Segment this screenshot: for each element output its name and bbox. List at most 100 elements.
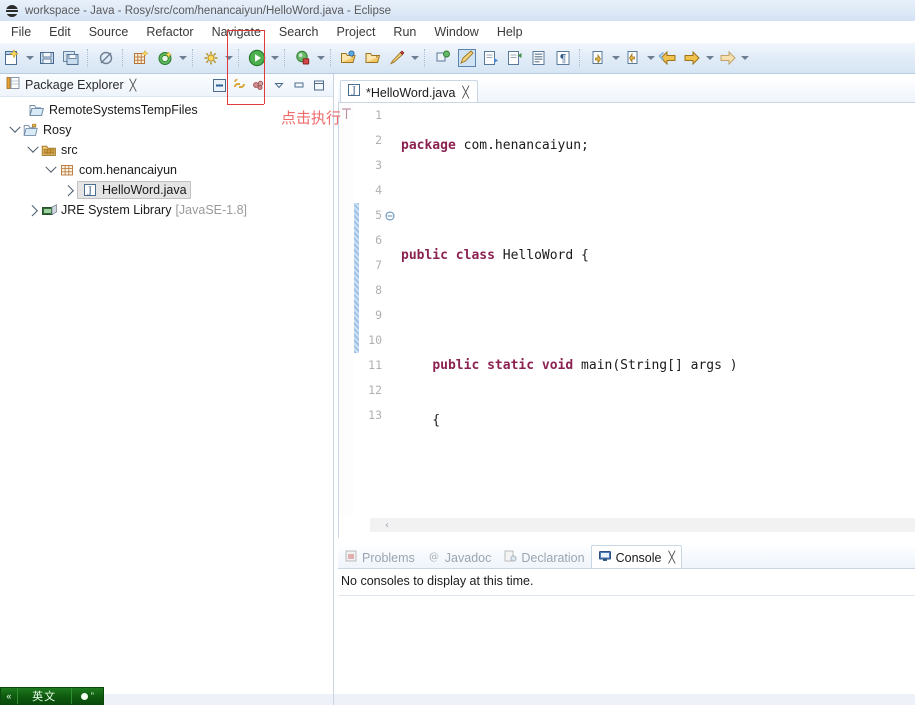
ime-expand-icon[interactable]: «	[1, 688, 18, 704]
tree-item-helloword-java[interactable]: J HelloWord.java	[0, 180, 333, 200]
minimize-icon[interactable]	[289, 75, 309, 95]
code-token-plain: main(String[] args )	[573, 358, 738, 373]
package-explorer-icon	[6, 76, 20, 95]
tree-item-src[interactable]: src	[0, 140, 333, 160]
twisty-collapsed-icon[interactable]	[26, 200, 40, 220]
line-number: 9	[375, 308, 382, 322]
svg-text:¶: ¶	[560, 52, 567, 65]
open-task-icon[interactable]	[362, 47, 384, 69]
menu-item-run[interactable]: Run	[384, 23, 425, 41]
code-token-keyword: public	[432, 358, 480, 373]
external-tools-icon[interactable]	[200, 47, 222, 69]
forward-dropdown-icon[interactable]	[704, 47, 715, 69]
line-number: 1	[375, 108, 382, 122]
new-wizard-dropdown-icon[interactable]	[24, 47, 35, 69]
menu-item-source[interactable]: Source	[80, 23, 138, 41]
debug-icon[interactable]	[292, 47, 314, 69]
tree-item-jre-system-library[interactable]: JRE System Library [JavaSE-1.8]	[0, 200, 333, 220]
tree-item-selection[interactable]: J HelloWord.java	[77, 181, 191, 199]
twisty-expanded-icon[interactable]	[26, 140, 40, 160]
ime-fullwidth-icon[interactable]	[80, 692, 88, 700]
pencil-icon[interactable]	[456, 47, 478, 69]
run-last-tool-icon[interactable]	[154, 47, 176, 69]
pilcrow-icon[interactable]: ¶	[552, 47, 574, 69]
package-explorer-tab[interactable]: Package Explorer ╳	[0, 76, 136, 95]
menu-item-search[interactable]: Search	[270, 23, 328, 41]
eclipse-globe-icon	[6, 4, 20, 18]
view-menu-dropdown-icon[interactable]	[269, 75, 289, 95]
run-dropdown-icon[interactable]	[269, 47, 280, 69]
editor-tab-helloword-java[interactable]: J *HelloWord.java ╳	[340, 80, 479, 104]
line-number: 10	[368, 333, 382, 347]
editor-body[interactable]: 1 2 3 4 5 6 7 8 9 10 11 12 13 package co…	[338, 103, 915, 515]
close-icon[interactable]: ╳	[668, 551, 675, 564]
tree-item-label: src	[61, 143, 78, 157]
tree-item-com-henancaiyun[interactable]: com.henancaiyun	[0, 160, 333, 180]
forward-icon[interactable]	[681, 47, 703, 69]
menu-item-file[interactable]: File	[2, 23, 40, 41]
toolbar-separator	[192, 49, 195, 67]
twisty-collapsed-icon[interactable]	[62, 180, 76, 200]
previous-annotation-icon[interactable]	[622, 47, 644, 69]
run-icon[interactable]	[246, 47, 268, 69]
scroll-left-icon[interactable]: ‹	[379, 517, 395, 533]
editor-horizontal-scrollbar[interactable]: ‹	[338, 515, 915, 538]
status-bar-divider	[333, 694, 334, 705]
console-message-underline	[338, 595, 915, 596]
menu-item-window[interactable]: Window	[425, 23, 487, 41]
maximize-icon[interactable]	[309, 75, 329, 95]
save-all-icon[interactable]	[60, 47, 82, 69]
external-tools-dropdown-icon[interactable]	[223, 47, 234, 69]
link-with-editor-icon[interactable]	[229, 75, 249, 95]
previous-annotation-dropdown-icon[interactable]	[645, 47, 656, 69]
search-dropdown-icon[interactable]	[409, 47, 420, 69]
close-icon[interactable]: ╳	[130, 79, 137, 92]
annotation-icon[interactable]	[432, 47, 454, 69]
tab-declaration[interactable]: Declaration	[497, 546, 590, 569]
editor-overview-ruler[interactable]	[339, 103, 355, 515]
scrollbar-thumb[interactable]	[370, 518, 915, 532]
next-annotation-icon[interactable]	[480, 47, 502, 69]
ime-mode-label[interactable]: 英文	[18, 688, 72, 704]
menu-item-project[interactable]: Project	[328, 23, 385, 41]
scrollbar-track[interactable]	[370, 518, 915, 532]
tab-console[interactable]: Console ╳	[590, 545, 683, 569]
previous-edit-icon[interactable]	[504, 47, 526, 69]
editor-code[interactable]: package com.henancaiyun; public class He…	[396, 103, 915, 515]
project-closed-folder-icon	[28, 102, 46, 118]
toggle-mark-occurrences-icon[interactable]	[528, 47, 550, 69]
save-icon[interactable]	[36, 47, 58, 69]
toggle-breadcrumb-icon[interactable]	[95, 47, 117, 69]
menu-item-edit[interactable]: Edit	[40, 23, 80, 41]
tab-javadoc[interactable]: @ Javadoc	[421, 546, 498, 569]
code-token-keyword: public	[401, 248, 448, 263]
editor-folding-margin[interactable]	[384, 103, 396, 515]
debug-dropdown-icon[interactable]	[315, 47, 326, 69]
twisty-expanded-icon[interactable]	[8, 120, 22, 140]
ime-options[interactable]: ”	[72, 688, 103, 704]
run-last-tool-dropdown-icon[interactable]	[177, 47, 188, 69]
editor-area: J *HelloWord.java ╳ 1 2 3 4 5 6 7 8 9 10…	[338, 80, 915, 538]
back-icon[interactable]	[657, 47, 679, 69]
last-edit-icon[interactable]	[716, 47, 738, 69]
ime-language-bar[interactable]: « 英文 ”	[0, 687, 104, 705]
search-icon[interactable]	[386, 47, 408, 69]
menu-item-help[interactable]: Help	[488, 23, 532, 41]
console-body[interactable]: No consoles to display at this time.	[338, 569, 915, 694]
last-edit-dropdown-icon[interactable]	[739, 47, 750, 69]
close-icon[interactable]: ╳	[462, 86, 469, 99]
twisty-expanded-icon[interactable]	[44, 160, 58, 180]
menu-item-refactor[interactable]: Refactor	[137, 23, 202, 41]
tab-problems[interactable]: Problems	[338, 546, 421, 569]
next-annotation-dropdown-icon[interactable]	[610, 47, 621, 69]
open-type-icon[interactable]	[338, 47, 360, 69]
new-wizard-icon[interactable]	[1, 47, 23, 69]
menu-item-navigate[interactable]: Navigate	[203, 23, 270, 41]
java-file-icon: J	[81, 182, 99, 198]
new-java-package-icon[interactable]	[130, 47, 152, 69]
java-project-icon	[22, 122, 40, 138]
next-annotation-2-icon[interactable]	[587, 47, 609, 69]
collapse-all-icon[interactable]	[209, 75, 229, 95]
ime-punctuation-icon[interactable]: ”	[91, 691, 94, 701]
view-menu-icon[interactable]	[249, 75, 269, 95]
